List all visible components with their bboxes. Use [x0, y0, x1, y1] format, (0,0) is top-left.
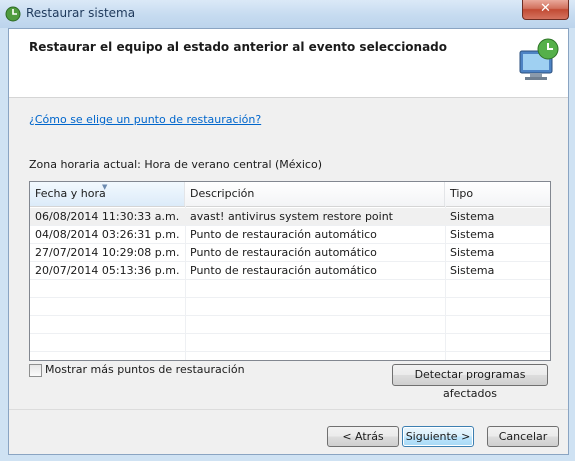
- timezone-label: Zona horaria actual: Hora de verano cent…: [29, 158, 322, 171]
- close-icon: ✕: [540, 1, 551, 16]
- restore-points-table[interactable]: ▼ Fecha y hora Descripción Tipo 06/08/20…: [29, 181, 551, 361]
- show-more-label[interactable]: Mostrar más puntos de restauración: [45, 363, 245, 376]
- show-more-checkbox[interactable]: [29, 364, 42, 377]
- empty-row: [30, 334, 550, 352]
- table-row[interactable]: 27/07/2014 10:29:08 p.m. Punto de restau…: [30, 244, 550, 262]
- cell-description: Punto de restauración automático: [190, 264, 377, 277]
- table-header: ▼ Fecha y hora Descripción Tipo: [30, 182, 550, 207]
- dialog: Restaurar el equipo al estado anterior a…: [8, 28, 569, 455]
- column-header-date[interactable]: ▼ Fecha y hora: [30, 182, 185, 206]
- table-row[interactable]: 20/07/2014 05:13:36 p.m. Punto de restau…: [30, 262, 550, 280]
- cancel-button[interactable]: Cancelar: [487, 426, 559, 447]
- column-header-label: Fecha y hora: [35, 187, 106, 200]
- header-panel: Restaurar el equipo al estado anterior a…: [9, 29, 568, 98]
- next-button[interactable]: Siguiente >: [402, 426, 474, 447]
- cell-type: Sistema: [450, 264, 495, 277]
- empty-row: [30, 316, 550, 334]
- column-header-description[interactable]: Descripción: [185, 182, 445, 206]
- cell-date: 04/08/2014 03:26:31 p.m.: [35, 228, 180, 241]
- cell-date: 27/07/2014 10:29:08 p.m.: [35, 246, 180, 259]
- footer-divider: [9, 409, 568, 410]
- cell-date: 06/08/2014 11:30:33 a.m.: [35, 210, 180, 223]
- empty-row: [30, 298, 550, 316]
- cell-type: Sistema: [450, 228, 495, 241]
- window-title: Restaurar sistema: [26, 6, 136, 20]
- cell-date: 20/07/2014 05:13:36 p.m.: [35, 264, 180, 277]
- empty-row: [30, 280, 550, 298]
- back-button[interactable]: < Atrás: [327, 426, 399, 447]
- column-header-type[interactable]: Tipo: [445, 182, 550, 206]
- cell-description: Punto de restauración automático: [190, 246, 377, 259]
- cell-description: avast! antivirus system restore point: [190, 210, 393, 223]
- cell-type: Sistema: [450, 246, 495, 259]
- detect-affected-programs-button[interactable]: Detectar programas afectados: [392, 364, 548, 400]
- sort-descending-icon: ▼: [102, 183, 108, 191]
- table-row[interactable]: 04/08/2014 03:26:31 p.m. Punto de restau…: [30, 226, 550, 244]
- system-restore-monitor-icon: [519, 38, 559, 80]
- column-header-label: Descripción: [190, 187, 255, 200]
- page-title: Restaurar el equipo al estado anterior a…: [29, 40, 448, 54]
- close-button[interactable]: ✕: [522, 0, 569, 20]
- cell-type: Sistema: [450, 210, 495, 223]
- title-bar: Restaurar sistema ✕: [0, 0, 575, 28]
- system-restore-app-icon: [5, 6, 21, 22]
- help-link[interactable]: ¿Cómo se elige un punto de restauración?: [29, 113, 261, 126]
- cell-description: Punto de restauración automático: [190, 228, 377, 241]
- column-header-label: Tipo: [450, 187, 474, 200]
- table-row[interactable]: 06/08/2014 11:30:33 a.m. avast! antiviru…: [30, 208, 550, 226]
